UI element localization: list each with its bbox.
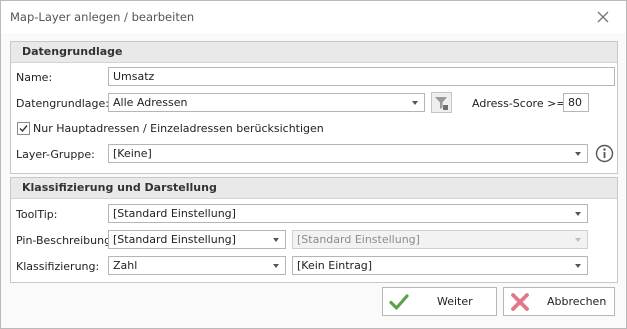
- section-title: Datengrundlage: [22, 45, 123, 58]
- close-icon[interactable]: [595, 9, 611, 25]
- checkbox-label: Nur Hauptadressen / Einzeladressen berüc…: [33, 122, 324, 135]
- chevron-down-icon: [575, 264, 581, 268]
- panel-klassifizierung: Klassifizierung und Darstellung ToolTip:…: [10, 177, 618, 283]
- score-field[interactable]: 80: [563, 93, 589, 112]
- abbrechen-button[interactable]: Abbrechen: [503, 287, 615, 316]
- section-header: Datengrundlage: [11, 42, 617, 63]
- checkmark-icon: [19, 125, 28, 133]
- panel-datengrundlage: Datengrundlage Name: Umsatz Datengrundla…: [10, 41, 618, 174]
- layer-group-label: Layer-Gruppe:: [16, 148, 95, 161]
- datengrundlage-value: Alle Adressen: [113, 96, 188, 109]
- window-title: Map-Layer anlegen / bearbeiten: [10, 10, 195, 24]
- klassifizierung-value: Zahl: [113, 259, 138, 272]
- pin-select[interactable]: [Standard Einstellung]: [108, 230, 286, 249]
- datengrundlage-label: Datengrundlage:: [16, 97, 109, 110]
- pin-label: Pin-Beschreibung:: [16, 234, 115, 247]
- score-label: Adress-Score >=: [472, 97, 566, 110]
- klassifizierung-secondary-value: [Kein Eintrag]: [297, 259, 373, 272]
- info-icon[interactable]: [595, 144, 614, 163]
- pin-value: [Standard Einstellung]: [113, 233, 236, 246]
- weiter-label: Weiter: [437, 295, 473, 308]
- tooltip-select[interactable]: [Standard Einstellung]: [108, 204, 588, 223]
- abbrechen-label: Abbrechen: [547, 295, 607, 308]
- name-field[interactable]: Umsatz: [108, 67, 615, 86]
- klassifizierung-label: Klassifizierung:: [16, 260, 100, 273]
- hauptadressen-checkbox[interactable]: [17, 122, 30, 135]
- name-label: Name:: [16, 71, 53, 84]
- chevron-down-icon: [575, 152, 581, 156]
- section-header: Klassifizierung und Darstellung: [11, 178, 617, 199]
- chevron-down-icon: [412, 101, 418, 105]
- title-bar: Map-Layer anlegen / bearbeiten: [1, 1, 626, 33]
- score-value: 80: [568, 96, 582, 109]
- chevron-down-icon: [575, 212, 581, 216]
- filter-icon[interactable]: [431, 92, 452, 113]
- layer-group-value: [Keine]: [113, 147, 152, 160]
- chevron-down-icon: [273, 238, 279, 242]
- tooltip-label: ToolTip:: [16, 208, 58, 221]
- name-value: Umsatz: [113, 70, 155, 83]
- chevron-down-icon: [273, 264, 279, 268]
- klassifizierung-select[interactable]: Zahl: [108, 256, 286, 275]
- checkmark-icon: [389, 294, 409, 310]
- klassifizierung-secondary-select[interactable]: [Kein Eintrag]: [292, 256, 588, 275]
- pin-secondary-value: [Standard Einstellung]: [297, 233, 420, 246]
- layer-group-select[interactable]: [Keine]: [108, 144, 588, 163]
- datengrundlage-select[interactable]: Alle Adressen: [108, 93, 425, 112]
- tooltip-value: [Standard Einstellung]: [113, 207, 236, 220]
- cross-icon: [511, 293, 529, 311]
- weiter-button[interactable]: Weiter: [382, 287, 497, 316]
- dialog-window: Map-Layer anlegen / bearbeiten Datengrun…: [0, 0, 627, 329]
- section-title: Klassifizierung und Darstellung: [22, 181, 217, 194]
- pin-secondary-select: [Standard Einstellung]: [292, 230, 588, 249]
- chevron-down-icon: [575, 238, 581, 242]
